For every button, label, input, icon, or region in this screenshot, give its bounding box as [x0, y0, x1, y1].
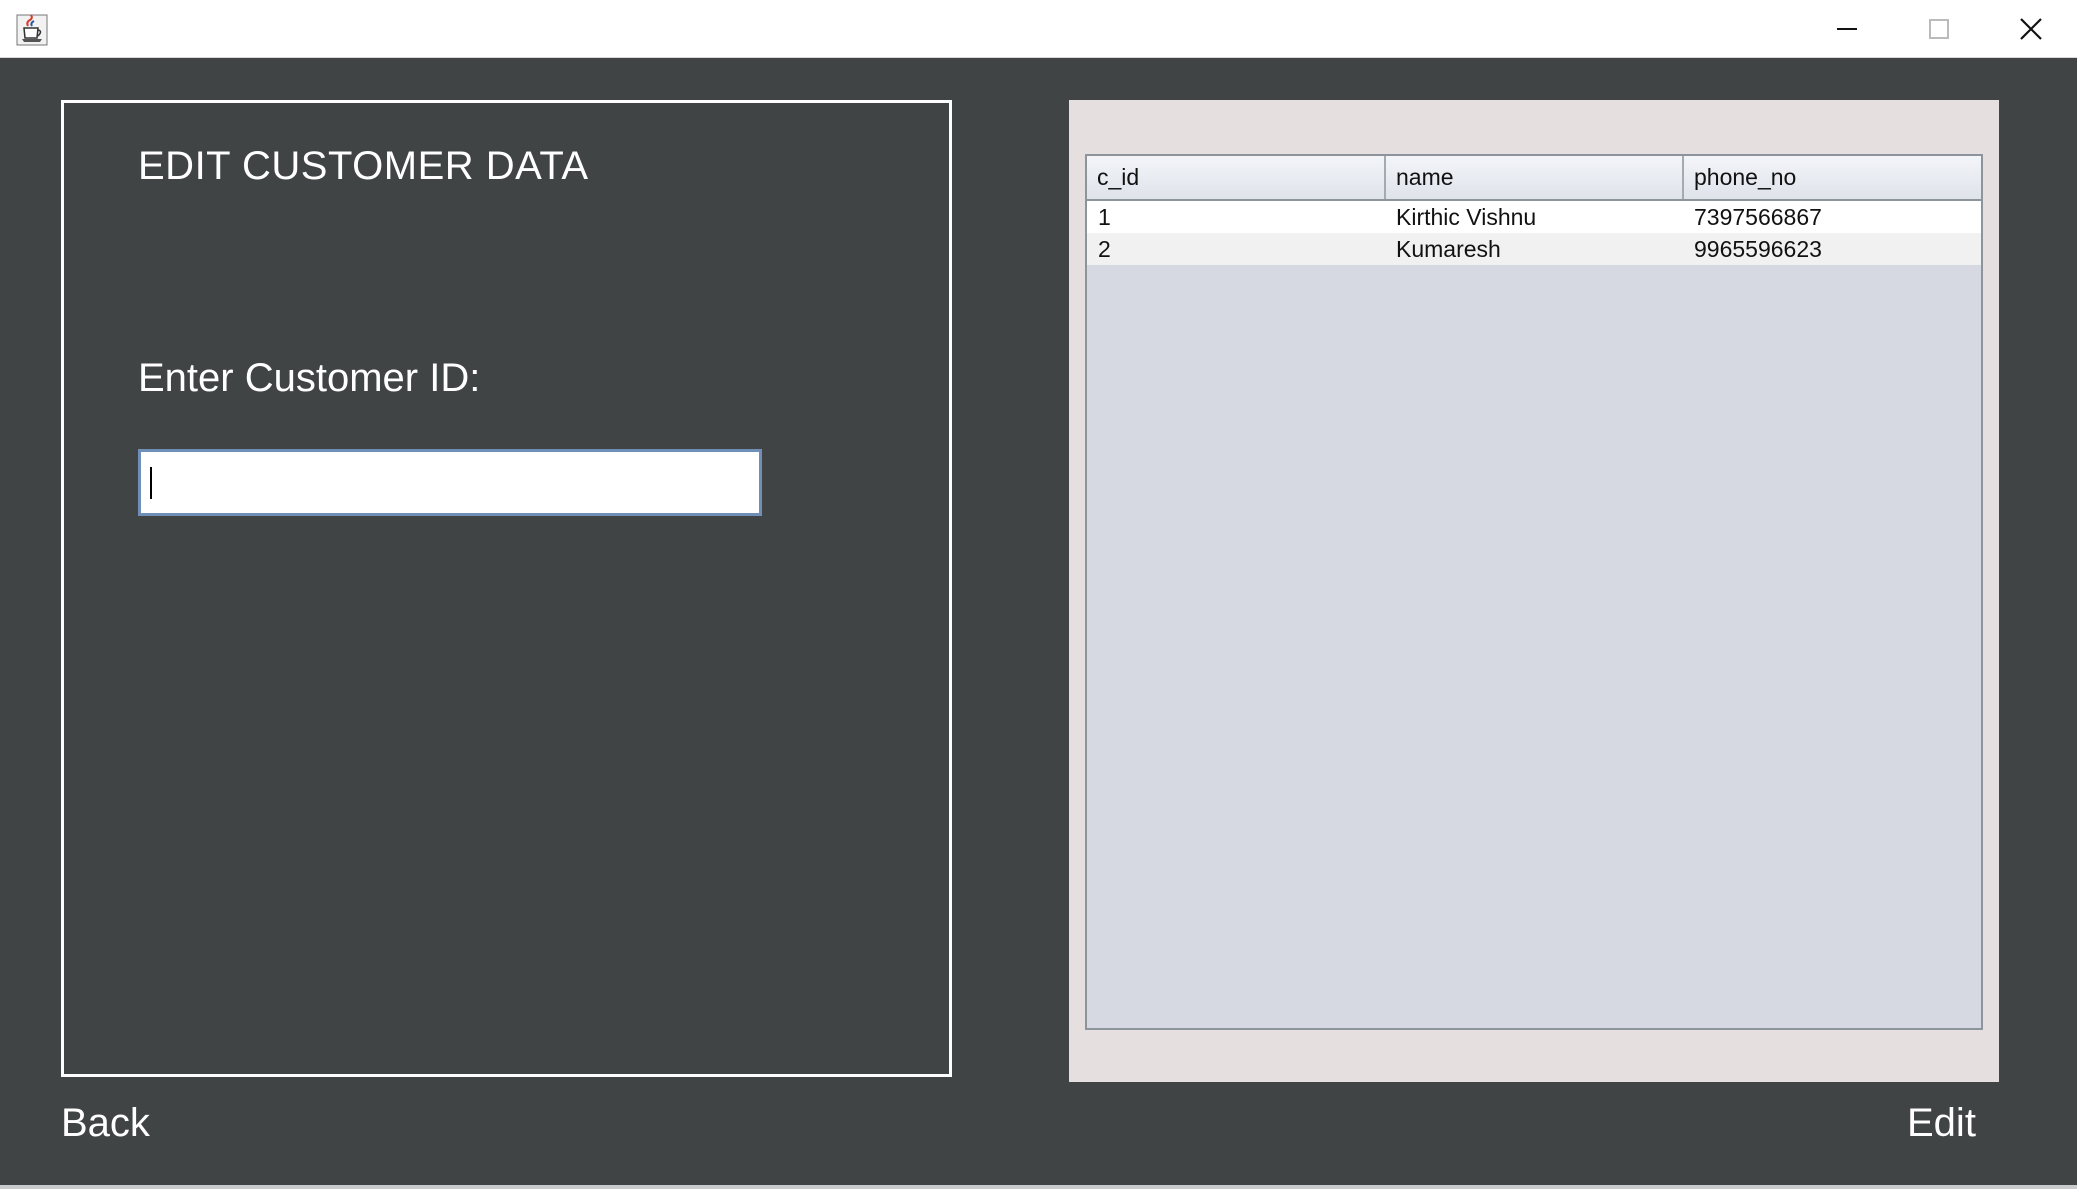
cell-c-id[interactable]: 2	[1087, 233, 1385, 265]
customer-id-input[interactable]	[138, 449, 762, 516]
cell-phone-no[interactable]: 7397566867	[1683, 200, 1981, 233]
app-window: EDIT CUSTOMER DATA Enter Customer ID: c_…	[0, 0, 2077, 1189]
cell-name[interactable]: Kirthic Vishnu	[1385, 200, 1683, 233]
edit-button[interactable]: Edit	[1907, 1101, 1976, 1146]
cell-name[interactable]: Kumaresh	[1385, 233, 1683, 265]
cell-phone-no[interactable]: 9965596623	[1683, 233, 1981, 265]
customer-table-viewport[interactable]: c_id name phone_no 1 Kirthic Vishnu 7397…	[1085, 154, 1983, 1030]
text-caret	[150, 467, 152, 499]
maximize-button[interactable]	[1893, 0, 1985, 57]
title-bar[interactable]	[0, 0, 2077, 58]
maximize-icon	[1929, 18, 1949, 39]
minimize-button[interactable]	[1801, 0, 1893, 57]
table-header-row: c_id name phone_no	[1087, 156, 1981, 201]
column-header-phone-no[interactable]: phone_no	[1683, 156, 1981, 201]
minimize-icon	[1837, 27, 1857, 30]
close-button[interactable]	[1985, 0, 2077, 57]
table-row[interactable]: 1 Kirthic Vishnu 7397566867	[1087, 200, 1981, 233]
customer-table: c_id name phone_no 1 Kirthic Vishnu 7397…	[1087, 156, 1981, 265]
customer-id-label: Enter Customer ID:	[138, 356, 481, 400]
java-coffee-icon	[16, 14, 48, 46]
window-bottom-edge	[0, 1185, 2077, 1189]
cell-c-id[interactable]: 1	[1087, 200, 1385, 233]
column-header-c-id[interactable]: c_id	[1087, 156, 1386, 201]
column-header-name[interactable]: name	[1385, 156, 1684, 201]
table-row[interactable]: 2 Kumaresh 9965596623	[1087, 233, 1981, 265]
page-title: EDIT CUSTOMER DATA	[138, 144, 589, 188]
close-icon	[2020, 17, 2042, 40]
back-button[interactable]: Back	[61, 1101, 150, 1146]
edit-form-panel	[61, 100, 952, 1077]
